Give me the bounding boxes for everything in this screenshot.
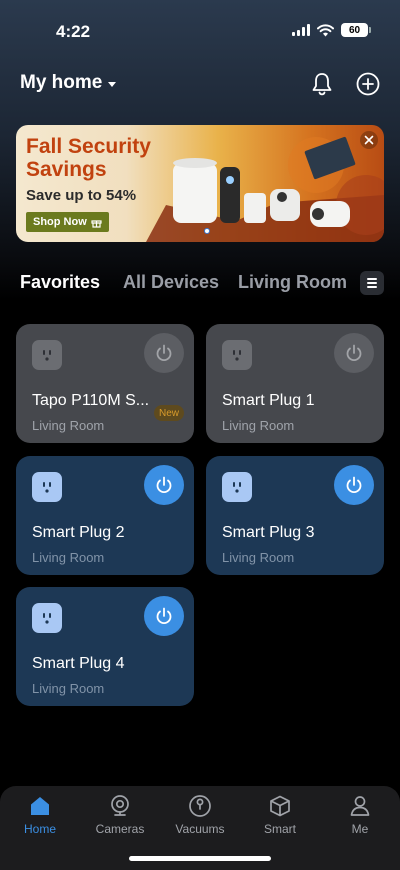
home-icon (31, 797, 49, 815)
status-time: 4:22 (56, 22, 91, 41)
power-icon (346, 344, 362, 362)
shop-now-button[interactable]: Shop Now (26, 212, 109, 232)
power-toggle-button[interactable] (144, 465, 184, 505)
plus-circle-icon (356, 72, 380, 96)
banner-close-button[interactable] (360, 131, 378, 149)
plug-icon (222, 340, 252, 370)
device-name: Smart Plug 1 (222, 392, 315, 409)
device-room: Living Room (32, 681, 105, 696)
status-bar: 4:22 60 (0, 0, 400, 60)
device-name: Smart Plug 3 (222, 524, 315, 541)
plug-icon (32, 340, 62, 370)
bell-icon (312, 73, 332, 96)
tabbar-item-smart[interactable]: Smart (240, 794, 320, 836)
home-title: My home (20, 72, 103, 93)
power-icon (156, 344, 172, 362)
power-icon (156, 607, 172, 625)
tabbar-item-cameras[interactable]: Cameras (80, 794, 160, 836)
banner-title-line1: Fall Security (26, 135, 151, 158)
gift-icon (91, 219, 102, 228)
device-card[interactable]: Tapo P110M S... New Living Room (16, 324, 194, 443)
banner-title-line2: Savings (26, 158, 107, 181)
tabbar-label: Home (23, 822, 56, 836)
power-toggle-button[interactable] (334, 333, 374, 373)
shop-now-label: Shop Now (33, 216, 87, 228)
device-room: Living Room (32, 418, 105, 433)
power-toggle-button[interactable] (334, 465, 374, 505)
notifications-button[interactable] (308, 70, 336, 98)
device-card[interactable]: Smart Plug 4 Living Room (16, 587, 194, 706)
carousel-indicator (204, 228, 210, 234)
device-room: Living Room (32, 550, 105, 565)
power-icon (346, 476, 362, 494)
wifi-icon (317, 23, 334, 36)
banner-title: Fall Security Savings (26, 135, 176, 181)
tabbar-label: Vacuums (175, 822, 225, 836)
vacuum-icon (189, 795, 211, 817)
device-name: Smart Plug 4 (32, 655, 125, 672)
tabbar-label: Me (351, 822, 369, 836)
tabbar-item-home[interactable]: Home (0, 794, 80, 836)
tabbar-label: Smart (263, 822, 296, 836)
caret-down-icon (108, 81, 117, 87)
tab-all-devices[interactable]: All Devices (123, 272, 219, 293)
power-toggle-button[interactable] (144, 596, 184, 636)
tab-living-room[interactable]: Living Room (238, 272, 347, 293)
tabbar-item-vacuums[interactable]: Vacuums (160, 794, 240, 836)
tabs-menu-button[interactable] (360, 271, 384, 295)
cellular-signal-icon (292, 24, 310, 36)
person-icon (350, 796, 370, 816)
plug-icon (32, 603, 62, 633)
power-toggle-button[interactable] (144, 333, 184, 373)
plug-icon (32, 472, 62, 502)
device-card[interactable]: Smart Plug 2 Living Room (16, 456, 194, 575)
device-room: Living Room (222, 550, 295, 565)
room-tabs: Favorites All Devices Living Room (0, 268, 400, 298)
tabbar-item-me[interactable]: Me (320, 794, 400, 836)
device-name: Tapo P110M S... (32, 392, 150, 409)
camera-icon (111, 795, 129, 816)
device-name: Smart Plug 2 (32, 524, 125, 541)
status-icons: 60 (292, 23, 371, 37)
home-indicator (129, 856, 271, 861)
power-icon (156, 476, 172, 494)
promo-banner[interactable]: Fall Security Savings Save up to 54% Sho… (16, 125, 384, 242)
close-icon (364, 135, 374, 145)
device-card[interactable]: Smart Plug 1 Living Room (206, 324, 384, 443)
tabbar-label: Cameras (95, 822, 145, 836)
device-card[interactable]: Smart Plug 3 Living Room (206, 456, 384, 575)
new-badge: New (153, 405, 184, 421)
device-room: Living Room (222, 418, 295, 433)
tab-favorites[interactable]: Favorites (20, 272, 100, 293)
plug-icon (222, 472, 252, 502)
home-selector[interactable]: My home (20, 72, 117, 94)
battery-indicator: 60 (341, 23, 371, 37)
cube-icon (270, 795, 290, 817)
header: My home (0, 62, 400, 106)
add-device-button[interactable] (354, 70, 382, 98)
banner-subtitle: Save up to 54% (26, 187, 137, 204)
